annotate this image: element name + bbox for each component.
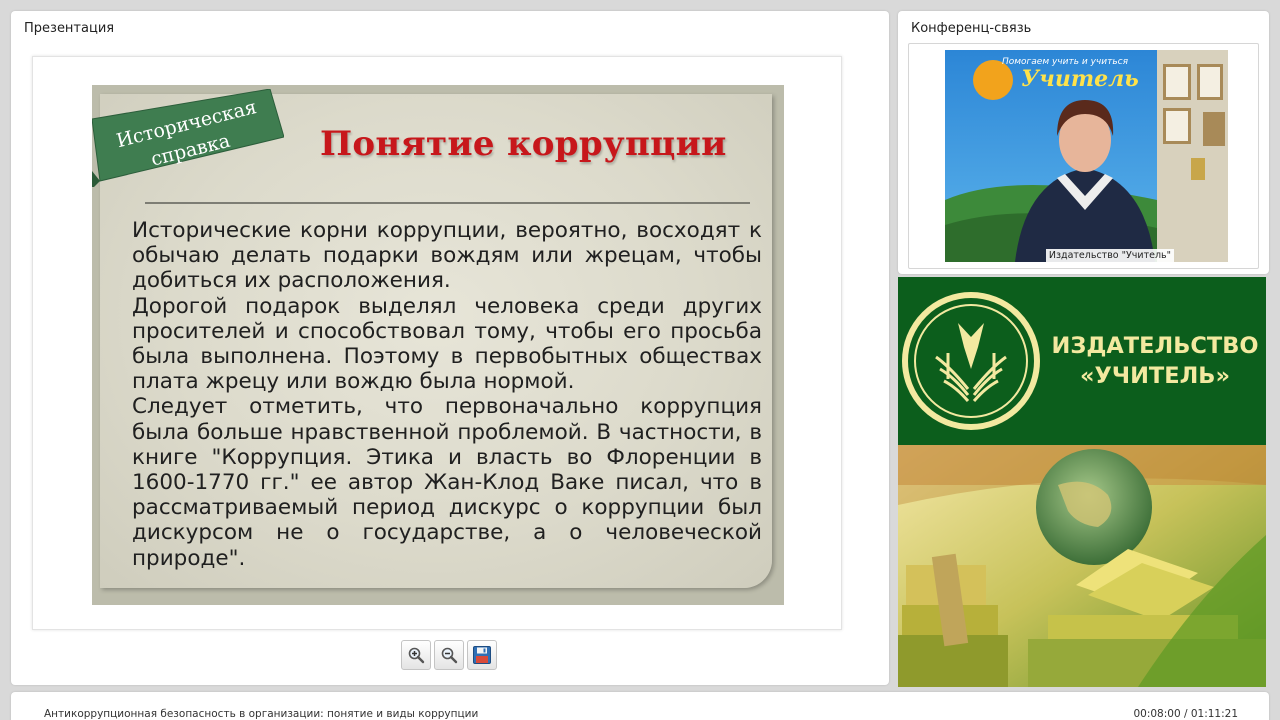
presentation-panel-title: Презентация — [24, 21, 115, 36]
publisher-name: ИЗДАТЕЛЬСТВО «УЧИТЕЛЬ» — [1045, 331, 1265, 391]
slide: Понятие коррупции Исторические корни кор… — [92, 85, 784, 605]
save-button[interactable] — [467, 640, 497, 670]
historical-note-ribbon: Историческая справка — [92, 89, 284, 187]
publisher-name-line1: ИЗДАТЕЛЬСТВО — [1051, 333, 1259, 359]
video-frame[interactable]: Помогаем учить и учиться Учитель Издател… — [908, 43, 1259, 269]
status-bar: Антикоррупционная безопасность в организ… — [11, 692, 1269, 720]
slide-toolbar — [401, 640, 497, 670]
zoom-in-button[interactable] — [401, 640, 431, 670]
floppy-disk-icon — [473, 646, 491, 664]
video-feed: Помогаем учить и учиться Учитель — [945, 50, 1228, 262]
presenter-video-image: Помогаем учить и учиться Учитель — [945, 50, 1228, 262]
publisher-name-line2: «УЧИТЕЛЬ» — [1080, 363, 1230, 389]
video-caption: Издательство "Учитель" — [1045, 249, 1174, 262]
playback-time: 00:08:00 / 01:11:21 — [1133, 708, 1238, 720]
publisher-logo-icon — [902, 292, 1040, 430]
slide-viewer[interactable]: Понятие коррупции Исторические корни кор… — [32, 56, 842, 630]
video-sign-brand: Учитель — [1021, 66, 1138, 92]
zoom-out-icon — [441, 647, 458, 664]
conference-panel-title: Конференц-связь — [911, 21, 1032, 36]
conference-panel: Конференц-связь Помогаем учить и учиться… — [898, 11, 1269, 274]
presentation-panel: Презентация Понятие коррупции Историческ… — [11, 11, 889, 685]
banner-books-image — [898, 445, 1266, 687]
slide-body-text: Исторические корни коррупции, вероятно, … — [132, 218, 762, 571]
slide-paragraph: Следует отметить, что первоначально корр… — [132, 394, 762, 571]
slide-paragraph: Исторические корни коррупции, вероятно, … — [132, 218, 762, 294]
slide-divider — [145, 202, 750, 204]
slide-paragraph: Дорогой подарок выделял человека среди д… — [132, 293, 762, 395]
slide-title: Понятие коррупции — [320, 124, 727, 164]
banner-header: ИЗДАТЕЛЬСТВО «УЧИТЕЛЬ» — [898, 277, 1266, 445]
zoom-in-icon — [408, 647, 425, 664]
books-globe-image — [898, 445, 1266, 687]
zoom-out-button[interactable] — [434, 640, 464, 670]
publisher-banner: ИЗДАТЕЛЬСТВО «УЧИТЕЛЬ» — [898, 277, 1266, 687]
webinar-title: Антикоррупционная безопасность в организ… — [44, 708, 479, 720]
